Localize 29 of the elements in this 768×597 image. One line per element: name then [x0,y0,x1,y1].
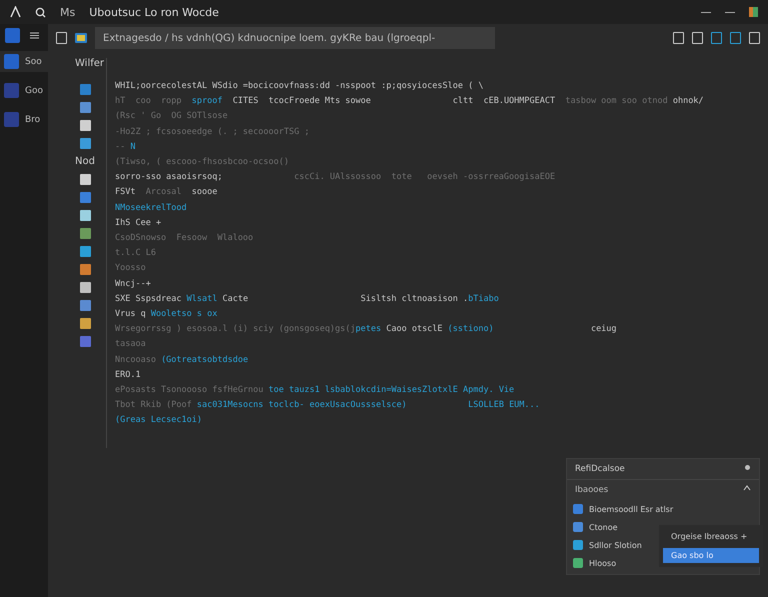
section-label: Ibaooes [575,485,608,495]
code-line: hT coo ropp sproof CITES tcocFroede Mts sowoe cltt cEB.UOHMPGEACT tasbow oom soo otnod ohnok/ [115,95,705,108]
code-line: SXE Sspsdreac Wlsatl Cacte Sisltsh cltnoasison .bTiabo [115,292,500,306]
code-line: -Ho2Z ; fcsosoeedge (. ; secoooorTSG ; [115,126,310,139]
code-line: CsoDSnowso Fesoow Wlalooo [115,232,254,246]
code-line: ePosasts Tsonoooso fsfHeGrnou toe tauzs1 lsbablokcdin=WaisesZlotxlE Apmdy. Vie [115,384,516,398]
code-line: FSVt Arcosal soooe [115,186,218,200]
code-line: WHIL;oorcecolestAL WSdio =bocicoovfnass:dd -nsspoot :p;qosyiocesSloe ( \ [115,80,484,93]
code-line: tasaoa [115,338,147,352]
code-line: (Tiwso, ( escooo-fhsosbcoo-ocsoo() [115,156,290,170]
code-line: -- N [115,140,136,154]
code-line: Wrsegorrssg ) esosoa.l (i) sciy (gonsgoseq)gs(j petes Caoo otsclE (sstiono) ceiug [115,323,618,336]
code-line: Vrus q Wooletso s ox [115,308,218,322]
app-label: Ms [60,6,76,18]
code-line: Nncooaso (Gotreatsobtdsdoe [115,354,250,367]
code-line: NMoseekrelTood [115,202,188,215]
code-line: sorro-sso asaoisrsoq; cscCi. UAlssossoo tote oevseh -ossrreaGoogisaEOE [115,171,556,184]
panel-title: RefiDcalsoe [575,464,625,474]
code-line: IhS Cee + [115,216,162,230]
code-line: Wncj--+ [115,278,152,291]
editor-label: Wilfer [75,58,106,69]
code-line: ERO.1 [115,368,142,382]
code-line: (Greas Lecsec1oi) [115,414,203,428]
code-line: t.l.C L6 [115,247,157,260]
window-title: Uboutsuc Lo ron Wocde [89,6,219,18]
code-line: Tbot Rkib (Poof sac031Mesocns toclcb- eoexUsacOussselsce) LSOLLEB EUM... [115,399,541,412]
code-line: (Rsc ' Go OG SOTlsose [115,110,229,124]
code-line: Yoosso [115,262,147,276]
gutter-label: Nod [75,156,95,167]
